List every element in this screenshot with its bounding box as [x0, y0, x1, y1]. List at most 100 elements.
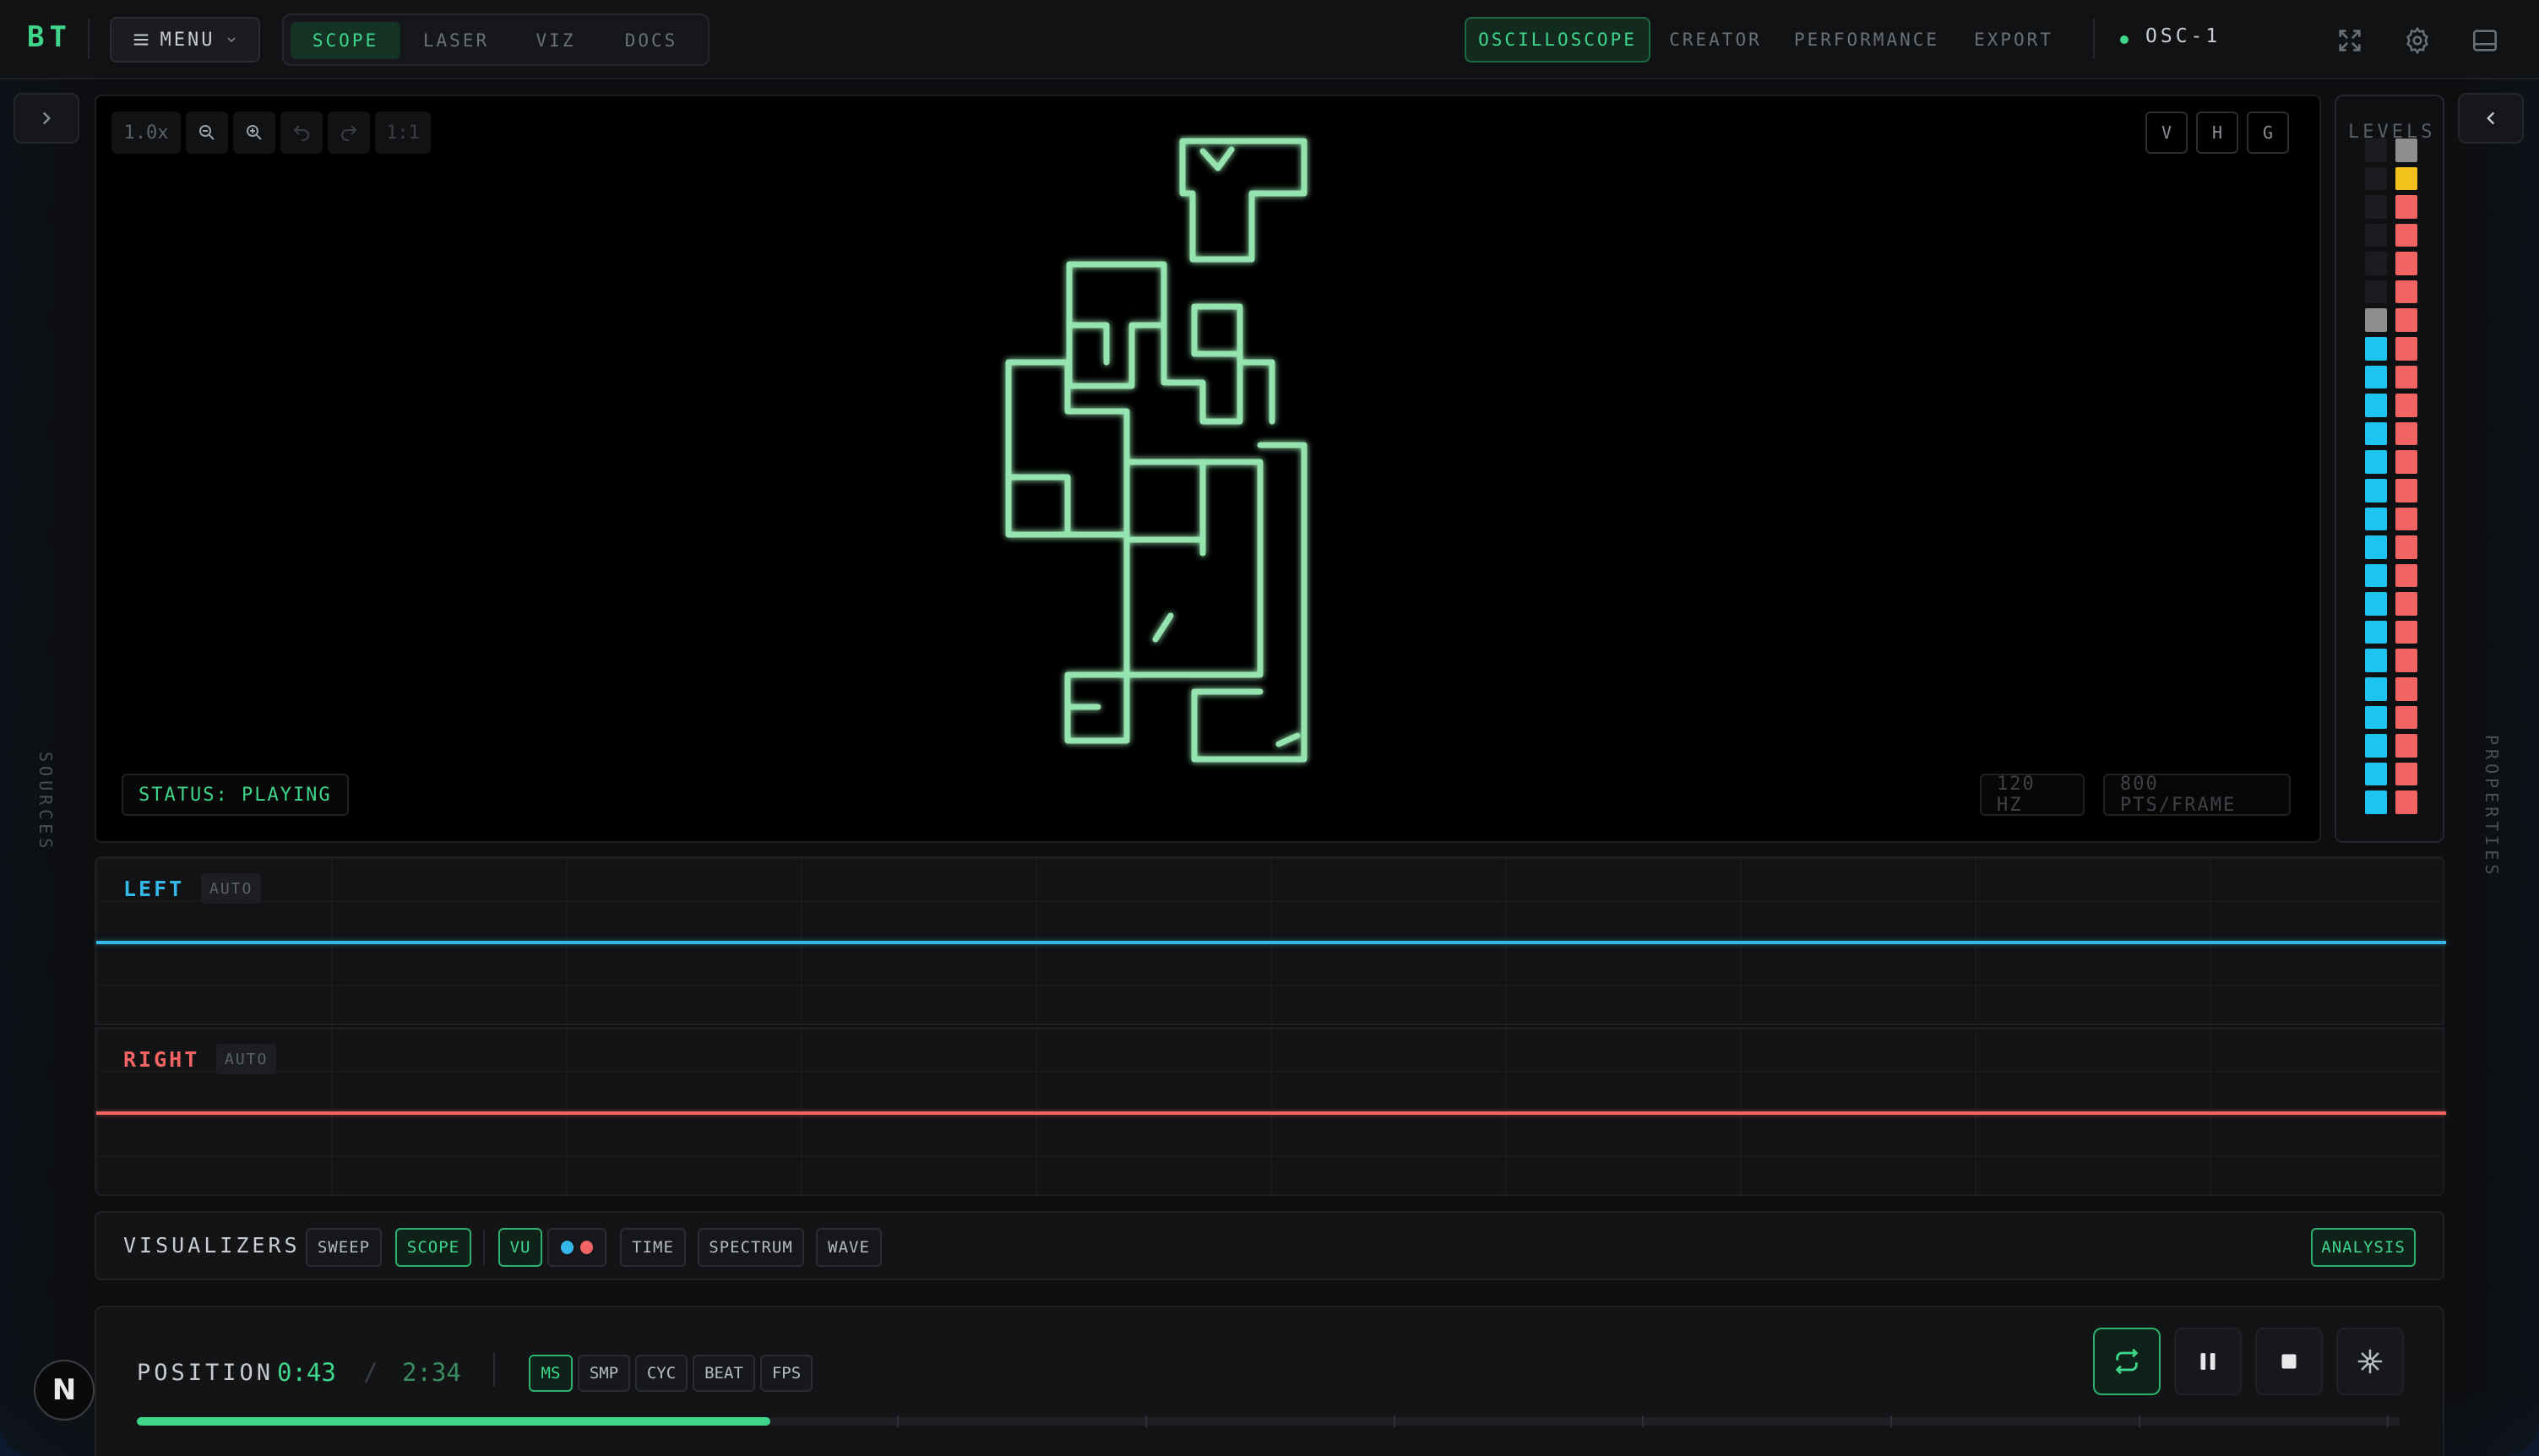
tab-viz[interactable]: VIZ — [514, 22, 598, 59]
left-auto-button[interactable]: AUTO — [201, 873, 262, 904]
meter-segment — [2395, 563, 2417, 588]
meter-segment — [2365, 705, 2387, 730]
meter-segment — [2395, 139, 2417, 162]
meter-segment — [2395, 308, 2417, 333]
meter-segment — [2365, 195, 2387, 219]
unit-ms-button[interactable]: MS — [529, 1355, 573, 1392]
gear-icon[interactable] — [2399, 22, 2436, 59]
vertical-toggle[interactable]: V — [2145, 111, 2188, 154]
redo-button[interactable] — [328, 111, 370, 154]
zoom-in-button[interactable] — [233, 111, 275, 154]
vu-button[interactable]: VU — [498, 1228, 542, 1267]
progress-tick — [2387, 1415, 2389, 1427]
meter-segment — [2365, 592, 2387, 616]
analysis-button[interactable]: ANALYSIS — [2311, 1228, 2416, 1267]
pause-button[interactable] — [2174, 1328, 2242, 1395]
progress-bar[interactable] — [137, 1417, 2400, 1426]
horizontal-toggle[interactable]: H — [2196, 111, 2238, 154]
time-button[interactable]: TIME — [620, 1228, 686, 1267]
loop-button[interactable] — [2093, 1328, 2161, 1395]
meter-segment — [2365, 790, 2387, 814]
tab-performance[interactable]: PERFORMANCE — [1792, 17, 1941, 62]
expand-sources-button[interactable] — [14, 93, 79, 144]
sources-label[interactable]: SOURCES — [35, 752, 56, 852]
meter-segment — [2365, 535, 2387, 559]
meter-segment — [2395, 280, 2417, 304]
right-level-bar — [2395, 139, 2417, 814]
tab-scope[interactable]: SCOPE — [291, 22, 400, 59]
chevron-left-icon — [2487, 111, 2495, 125]
expand-properties-button[interactable] — [2458, 93, 2524, 144]
meter-segment — [2395, 478, 2417, 503]
tab-laser[interactable]: LASER — [405, 22, 507, 59]
divider — [493, 1353, 495, 1387]
divider — [483, 1230, 485, 1265]
unit-fps-button[interactable]: FPS — [760, 1355, 813, 1392]
progress-fill — [137, 1417, 771, 1426]
properties-label[interactable]: PROPERTIES — [2482, 735, 2502, 878]
meter-segment — [2365, 223, 2387, 247]
fullscreen-icon[interactable] — [2331, 22, 2368, 59]
meter-segment — [2395, 620, 2417, 644]
visualizers-bar: VISUALIZERS SWEEP SCOPE VU TIME SPECTRUM… — [95, 1211, 2444, 1280]
meter-segment — [2395, 394, 2417, 417]
tab-oscilloscope[interactable]: OSCILLOSCOPE — [1465, 17, 1650, 62]
position-label: POSITION — [137, 1360, 275, 1386]
refresh-rate: 120 HZ — [1980, 774, 2085, 816]
reset-zoom-button[interactable]: 1:1 — [375, 111, 431, 154]
unit-cyc-button[interactable]: CYC — [635, 1355, 688, 1392]
right-auto-button[interactable]: AUTO — [216, 1044, 277, 1074]
oscilloscope-display[interactable]: 1.0x 1:1 V H G STATUS: PLAYING 800 PTS/F… — [95, 95, 2321, 843]
pause-icon — [2200, 1353, 2216, 1370]
spectrum-button[interactable]: SPECTRUM — [698, 1228, 804, 1267]
progress-tick — [1890, 1415, 1892, 1427]
meter-segment — [2395, 450, 2417, 474]
scope-button[interactable]: SCOPE — [395, 1228, 471, 1267]
chevron-right-icon — [42, 111, 51, 125]
progress-tick — [2139, 1415, 2140, 1427]
sweep-button[interactable]: SWEEP — [306, 1228, 382, 1267]
meter-segment — [2395, 507, 2417, 531]
meter-segment — [2395, 166, 2417, 191]
meter-segment — [2365, 280, 2387, 304]
tab-creator[interactable]: CREATOR — [1661, 17, 1770, 62]
unit-smp-button[interactable]: SMP — [578, 1355, 630, 1392]
top-bar: BT MENU SCOPE LASER VIZ DOCS OSCILLOSCOP… — [0, 0, 2539, 79]
meter-segment — [2365, 762, 2387, 786]
zoom-out-button[interactable] — [186, 111, 228, 154]
device-name: OSC-1 — [2145, 25, 2221, 47]
undo-button[interactable] — [280, 111, 323, 154]
left-channel-dot — [561, 1241, 574, 1254]
meter-segment — [2395, 734, 2417, 758]
tab-export[interactable]: EXPORT — [1966, 17, 2061, 62]
tab-docs[interactable]: DOCS — [605, 22, 698, 59]
meter-segment — [2395, 762, 2417, 786]
n-logo-badge[interactable]: N — [34, 1360, 95, 1421]
progress-tick — [897, 1415, 899, 1427]
panel-icon[interactable] — [2466, 22, 2504, 59]
menu-button[interactable]: MENU — [110, 17, 260, 62]
meter-segment — [2395, 252, 2417, 275]
meter-segment — [2395, 337, 2417, 361]
vu-channel-toggle[interactable] — [547, 1228, 606, 1267]
undo-icon — [293, 125, 309, 141]
meter-segment — [2365, 166, 2387, 191]
meter-segment — [2365, 337, 2387, 361]
meter-segment — [2395, 676, 2417, 701]
freeze-button[interactable] — [2336, 1328, 2404, 1395]
unit-beat-button[interactable]: BEAT — [693, 1355, 755, 1392]
divider — [2093, 19, 2095, 59]
chevron-down-icon — [228, 37, 236, 42]
zoom-level: 1.0x — [111, 111, 181, 154]
levels-title: LEVELS — [2348, 122, 2436, 143]
wave-button[interactable]: WAVE — [816, 1228, 882, 1267]
right-channel-name: RIGHT — [123, 1047, 200, 1072]
app-logo: BT — [27, 20, 72, 54]
progress-tick — [1145, 1415, 1147, 1427]
device-status-dot — [2120, 35, 2129, 44]
stop-button[interactable] — [2255, 1328, 2323, 1395]
snowflake-icon — [2357, 1349, 2383, 1374]
meter-segment — [2365, 563, 2387, 588]
zoom-out-icon — [199, 125, 215, 140]
grid-toggle[interactable]: G — [2247, 111, 2289, 154]
